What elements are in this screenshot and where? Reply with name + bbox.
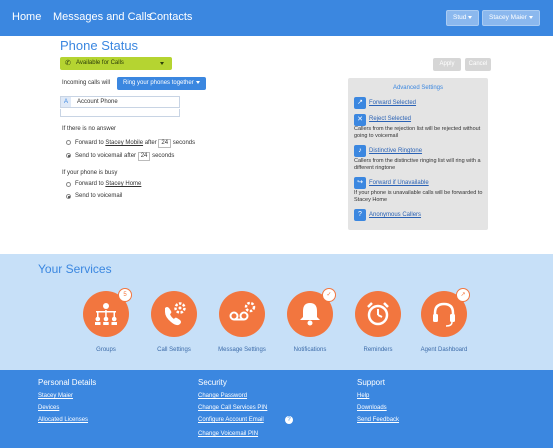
footer-user-link[interactable]: Stacey Maier bbox=[38, 393, 73, 399]
reject-selected-link[interactable]: Reject Selected bbox=[369, 116, 411, 122]
forward-selected-link[interactable]: Forward Selected bbox=[369, 100, 416, 106]
anonymous-callers-link[interactable]: Anonymous Callers bbox=[369, 212, 421, 218]
downloads-link[interactable]: Downloads bbox=[357, 405, 387, 411]
forward-home-radio[interactable] bbox=[66, 182, 71, 187]
nav-contacts-link[interactable]: Contacts bbox=[149, 11, 192, 23]
incoming-label: Incoming calls will bbox=[62, 80, 111, 86]
support-heading: Support bbox=[357, 378, 386, 387]
account-letter-icon: A bbox=[61, 97, 71, 107]
chevron-down-icon bbox=[160, 62, 164, 65]
seconds-text: seconds bbox=[152, 153, 175, 159]
devices-link[interactable]: Devices bbox=[38, 405, 59, 411]
voicemail-seconds-input[interactable]: 24 bbox=[137, 152, 151, 161]
help-icon[interactable]: ? bbox=[285, 416, 293, 424]
allocated-licenses-link[interactable]: Allocated Licenses bbox=[38, 417, 88, 423]
reject-icon: ✕ bbox=[354, 114, 366, 126]
site-menu-button[interactable]: Stud bbox=[446, 10, 480, 26]
security-heading: Security bbox=[198, 378, 227, 387]
help-link[interactable]: Help bbox=[357, 393, 369, 399]
groups-label: Groups bbox=[96, 347, 116, 353]
reminders-button[interactable] bbox=[355, 291, 401, 337]
ringtone-icon: ♪ bbox=[354, 145, 366, 157]
forward-icon: ↗ bbox=[354, 97, 366, 109]
site-menu-label: Stud bbox=[453, 14, 467, 21]
notifications-label: Notifications bbox=[293, 347, 327, 353]
call-settings-label: Call Settings bbox=[157, 347, 191, 353]
reject-description: Callers from the rejection list will be … bbox=[354, 126, 481, 139]
status-dropdown[interactable]: ✆ Available for Calls bbox=[60, 57, 172, 70]
incoming-value: Ring your phones together bbox=[123, 80, 194, 86]
busy-heading: If your phone is busy bbox=[62, 170, 118, 176]
page-title: Phone Status bbox=[60, 38, 139, 53]
status-label: Available for Calls bbox=[76, 60, 124, 66]
anonymous-icon: ? bbox=[354, 209, 366, 221]
forward-mobile-radio[interactable] bbox=[66, 140, 71, 145]
voicemail-after-option: Send to voicemail after 24 seconds bbox=[75, 152, 174, 161]
no-answer-heading: If there is no answer bbox=[62, 126, 117, 132]
forward-unavailable-link[interactable]: Forward if Unavailable bbox=[369, 180, 429, 186]
forward-seconds-input[interactable]: 24 bbox=[158, 139, 172, 148]
forward-mobile-text: Forward to bbox=[75, 140, 104, 146]
agent-dashboard-label: Agent Dashboard bbox=[420, 347, 468, 353]
message-settings-label: Message Settings bbox=[218, 347, 266, 353]
seconds-text: seconds bbox=[172, 140, 196, 146]
chevron-down-icon bbox=[195, 80, 200, 84]
reminders-icon bbox=[367, 302, 389, 326]
busy-voicemail-option: Send to voicemail bbox=[75, 193, 123, 199]
chevron-down-icon bbox=[528, 15, 533, 19]
top-navigation: Home Messages and Calls Contacts Stud St… bbox=[0, 0, 553, 36]
busy-voicemail-radio[interactable] bbox=[66, 194, 71, 199]
nav-home-link[interactable]: Home bbox=[12, 11, 41, 23]
ringtone-description: Callers from the distinctive ringing lis… bbox=[354, 158, 481, 171]
personal-details-heading: Personal Details bbox=[38, 378, 97, 387]
change-call-services-pin-link[interactable]: Change Call Services PIN bbox=[198, 405, 267, 411]
services-section: Your Services 5 Groups Call Settings Mes… bbox=[0, 254, 553, 370]
message-settings-icon bbox=[229, 301, 256, 321]
apply-button[interactable]: Apply bbox=[433, 58, 461, 71]
cancel-button[interactable]: Cancel bbox=[465, 58, 491, 71]
advanced-settings-title: Advanced Settings bbox=[392, 85, 444, 91]
account-phone-label: Account Phone bbox=[77, 99, 118, 105]
chevron-down-icon bbox=[468, 15, 473, 19]
user-menu-label: Stacey Maier bbox=[489, 14, 527, 21]
send-feedback-link[interactable]: Send Feedback bbox=[357, 417, 399, 423]
nav-messages-link[interactable]: Messages and Calls bbox=[53, 11, 152, 23]
configure-account-email-link[interactable]: Configure Account Email bbox=[198, 417, 264, 423]
forward-unavailable-icon: ↪ bbox=[354, 177, 366, 189]
account-phone-details bbox=[60, 109, 180, 117]
groups-badge: 5 bbox=[118, 288, 132, 302]
footer: Personal Details Stacey Maier Devices Al… bbox=[0, 370, 553, 448]
stacey-mobile-link[interactable]: Stacey Mobile bbox=[105, 140, 143, 146]
change-voicemail-pin-link[interactable]: Change Voicemail PIN bbox=[198, 431, 258, 437]
forward-home-text: Forward to bbox=[75, 181, 104, 187]
forward-mobile-option: Forward to Stacey Mobile after 24 second… bbox=[75, 139, 195, 148]
distinctive-ringtone-link[interactable]: Distinctive Ringtone bbox=[369, 148, 422, 154]
change-password-link[interactable]: Change Password bbox=[198, 393, 247, 399]
services-title: Your Services bbox=[38, 262, 112, 276]
voicemail-after-radio[interactable] bbox=[66, 153, 71, 158]
user-menu-button[interactable]: Stacey Maier bbox=[482, 10, 540, 26]
notifications-badge: ✓ bbox=[322, 288, 336, 302]
call-settings-button[interactable] bbox=[151, 291, 197, 337]
voicemail-after-text: Send to voicemail after bbox=[75, 153, 137, 159]
message-settings-button[interactable] bbox=[219, 291, 265, 337]
incoming-dropdown[interactable]: Ring your phones together bbox=[117, 77, 206, 90]
forward-home-option: Forward to Stacey Home bbox=[75, 181, 141, 187]
advanced-settings-panel: Advanced Settings ↗ Forward Selected ✕ R… bbox=[348, 78, 488, 230]
call-settings-icon bbox=[165, 302, 186, 326]
phone-icon: ✆ bbox=[65, 60, 71, 67]
stacey-home-link[interactable]: Stacey Home bbox=[105, 181, 141, 187]
reminders-label: Reminders bbox=[363, 347, 393, 353]
forward-unavailable-description: If your phone is unavailable calls will … bbox=[354, 190, 483, 203]
account-phone-card[interactable]: A Account Phone bbox=[60, 96, 180, 108]
agent-dashboard-badge: ↗ bbox=[456, 288, 470, 302]
after-text: after bbox=[144, 140, 157, 146]
